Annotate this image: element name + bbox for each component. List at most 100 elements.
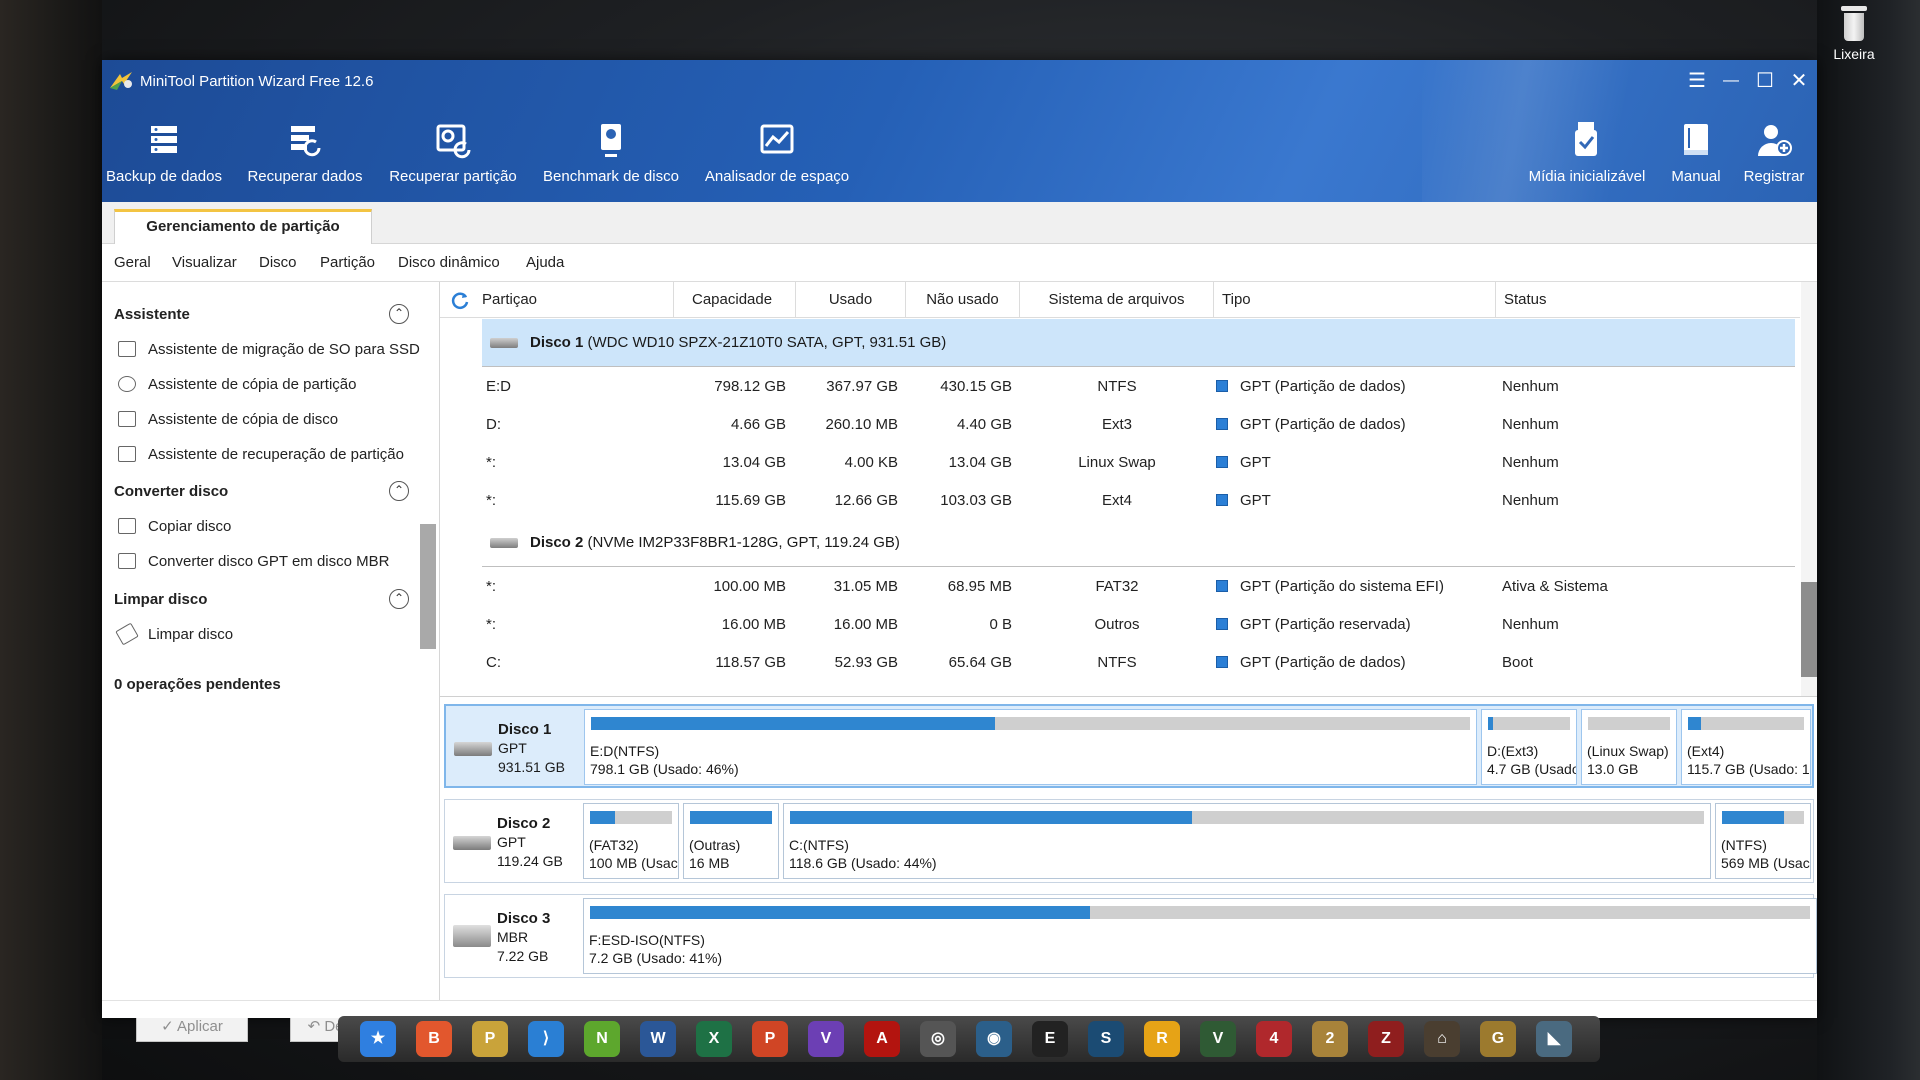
taskbar-valorant-icon[interactable]: V [1200,1021,1236,1057]
copy-disk-icon [118,411,136,427]
desktop-trash[interactable]: Lixeira [1820,6,1888,62]
toolbar-space-analyzer-button[interactable]: Analisador de espaço [704,120,850,185]
maximize-button[interactable]: ☐ [1750,68,1780,94]
partition-row[interactable]: *: 16.00 MB 16.00 MB 0 B Outros Nenhum GPT (Pa… [440,606,1800,644]
taskbar-vscode-icon[interactable]: ⟩ [528,1021,564,1057]
sidebar-item-wipe-disk[interactable]: Limpar disco [115,622,233,646]
minimize-button[interactable]: — [1716,68,1746,94]
collapse-wizard-icon[interactable]: ⌃ [389,304,409,324]
menu-view[interactable]: Visualizar [172,254,237,271]
disk-map-partition[interactable]: C:(NTFS) 118.6 GB (Usado: 44%) [783,803,1711,879]
menu-partition[interactable]: Partição [320,254,375,271]
col-filesystem[interactable]: Sistema de arquivos [1020,282,1214,318]
partition-row[interactable]: D: 4.66 GB 260.10 MB 4.40 GB Ext3 Nenhum GPT (… [440,406,1800,444]
collapse-wipe-icon[interactable]: ⌃ [389,589,409,609]
disk-map-partition[interactable]: (FAT32) 100 MB (Usac [583,803,679,879]
disk-row-1[interactable]: Disco 1 (WDC WD10 SPZX-21Z10T0 SATA, GPT… [482,319,1795,367]
taskbar-game-door-icon[interactable]: ⌂ [1424,1021,1460,1057]
data-recovery-icon [291,126,321,157]
taskbar-brave-browser-icon[interactable]: B [416,1021,452,1057]
toolbar-partition-recovery-button[interactable]: Recuperar partição [388,120,518,185]
migrate-os-icon [118,341,136,357]
sidebar-item-partition-recovery[interactable]: Assistente de recuperação de partição [118,446,404,463]
refresh-icon[interactable] [450,290,470,310]
toolbar-bootable-media-button[interactable]: Mídia inicializável [1522,120,1652,185]
menu-dynamic-disk[interactable]: Disco dinâmico [398,254,500,271]
disk-map-partition[interactable]: E:D(NTFS) 798.1 GB (Usado: 46%) [584,709,1477,785]
disk-map-row[interactable]: Disco 1 GPT 931.51 GB E:D(NTFS) 798.1 GB (Us… [444,704,1814,788]
close-button[interactable]: ✕ [1784,68,1814,94]
taskbar-app-shark-icon[interactable]: ◣ [1536,1021,1572,1057]
toolbar-backup-button[interactable]: Backup de dados [106,120,222,185]
taskbar-game-2-icon[interactable]: 2 [1312,1021,1348,1057]
partition-capacity: 115.69 GB [715,492,786,509]
col-status[interactable]: Status [1496,282,1800,318]
col-used[interactable]: Usado [796,282,906,318]
grid-scroll-thumb[interactable] [1801,582,1817,677]
col-type[interactable]: Tipo [1214,282,1496,318]
taskbar-powerpoint-icon[interactable]: P [752,1021,788,1057]
taskbar-app-swirl-icon[interactable]: ◉ [976,1021,1012,1057]
toolbar-register-button[interactable]: Registrar [1742,120,1806,185]
partition-row[interactable]: *: 100.00 MB 31.05 MB 68.95 MB FAT32 Ativa & … [440,568,1800,606]
tab-partition-management[interactable]: Gerenciamento de partição [114,209,372,245]
menu-help[interactable]: Ajuda [526,254,564,271]
sidebar-item-copy-partition[interactable]: Assistente de cópia de partição [118,376,356,393]
taskbar-partition-wizard-icon[interactable]: P [472,1021,508,1057]
menu-button[interactable]: ☰ [1682,68,1712,94]
taskbar-epic-games-icon[interactable]: E [1032,1021,1068,1057]
taskbar-game-4-icon[interactable]: 4 [1256,1021,1292,1057]
toolbar-data-recovery-button[interactable]: Recuperar dados [246,120,364,185]
collapse-convert-icon[interactable]: ⌃ [389,481,409,501]
taskbar-csgo-icon[interactable]: G [1480,1021,1516,1057]
taskbar-game-za-icon[interactable]: Z [1368,1021,1404,1057]
sidebar-item-copy-disk[interactable]: Assistente de cópia de disco [118,411,338,428]
taskbar-word-icon[interactable]: W [640,1021,676,1057]
partition-row[interactable]: *: 13.04 GB 4.00 KB 13.04 GB Linux Swap Nenhu… [440,444,1800,482]
sidebar-item-copy-disk-2[interactable]: Copiar disco [118,518,231,535]
taskbar-rockstar-icon[interactable]: R [1144,1021,1180,1057]
taskbar-app-ring-icon[interactable]: ◎ [920,1021,956,1057]
partition-type: GPT (Partição de dados) [1216,406,1406,444]
disk-map-partition[interactable]: (Outras) 16 MB [683,803,779,879]
taskbar-starred-app-icon[interactable]: ★ [360,1021,396,1057]
partition-row[interactable]: C: 118.57 GB 52.93 GB 65.64 GB NTFS Boot GPT (… [440,644,1800,682]
disk-map-row[interactable]: Disco 3 MBR 7.22 GB F:ESD-ISO(NTFS) 7.2 GB (… [444,894,1817,978]
partition-filesystem: NTFS [1097,378,1137,395]
partition-filesystem: Linux Swap [1078,454,1156,471]
partition-row[interactable]: E:D 798.12 GB 367.97 GB 430.15 GB NTFS Nenhum… [440,368,1800,406]
disk-map-partition-info: 115.7 GB (Usado: 1 [1687,761,1810,777]
col-partition[interactable]: Partiçao [474,282,674,318]
taskbar-excel-icon[interactable]: X [696,1021,732,1057]
disk-map-row[interactable]: Disco 2 GPT 119.24 GB (FAT32) 100 MB (Usac (O… [444,799,1814,883]
taskbar: ★ B P ⟩ N W X P V A ◎ ◉ E S R V 4 2 Z ⌂ G ◣ [338,1016,1600,1062]
usage-bar [1588,717,1670,730]
disk-map-partition[interactable]: F:ESD-ISO(NTFS) 7.2 GB (Usado: 41%) [583,898,1817,974]
disk-map-partition-name: F:ESD-ISO(NTFS) [589,932,705,948]
toolbar-manual-button[interactable]: Manual [1668,120,1724,185]
col-unused[interactable]: Não usado [906,282,1020,318]
partition-row[interactable]: *: 115.69 GB 12.66 GB 103.03 GB Ext4 Nenhum GP… [440,482,1800,520]
taskbar-acrobat-icon[interactable]: A [864,1021,900,1057]
col-capacity[interactable]: Capacidade [674,282,796,318]
toolbar-data-recovery-label: Recuperar dados [247,168,363,185]
taskbar-nvidia-icon[interactable]: N [584,1021,620,1057]
disk-map-partition[interactable]: (Ext4) 115.7 GB (Usado: 1 [1681,709,1811,785]
pending-operations: 0 operações pendentes [114,676,281,693]
toolbar-disk-benchmark-button[interactable]: Benchmark de disco [542,120,680,185]
menu-disk[interactable]: Disco [259,254,297,271]
sidebar-scroll-thumb[interactable] [420,524,436,649]
disk-map-partition[interactable]: D:(Ext3) 4.7 GB (Usado: [1481,709,1577,785]
sidebar-section-convert-disk: Converter disco [114,483,229,500]
disk-map-partition-name: (FAT32) [589,837,639,853]
partition-status: Nenhum [1502,416,1559,433]
disk-map-partition[interactable]: (Linux Swap) 13.0 GB [1581,709,1677,785]
menu-general[interactable]: Geral [114,254,151,271]
taskbar-steam-icon[interactable]: S [1088,1021,1124,1057]
disk-row-2[interactable]: Disco 2 (NVMe IM2P33F8BR1-128G, GPT, 119… [482,519,1795,567]
disk-map-partition-info: 118.6 GB (Usado: 44%) [789,855,937,871]
sidebar-item-gpt-to-mbr[interactable]: Converter disco GPT em disco MBR [118,553,389,570]
sidebar-item-os-migration[interactable]: Assistente de migração de SO para SSD [118,341,420,358]
disk-map-partition[interactable]: (NTFS) 569 MB (Usac [1715,803,1811,879]
taskbar-visual-studio-icon[interactable]: V [808,1021,844,1057]
